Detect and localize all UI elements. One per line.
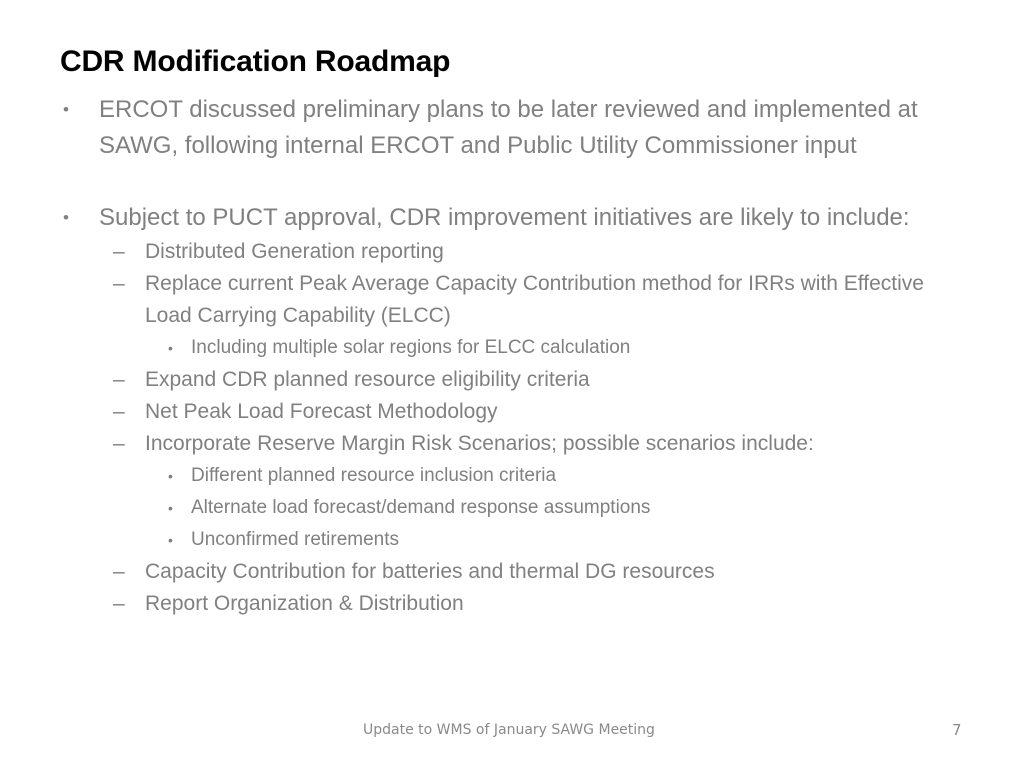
bullet-dash-icon: – xyxy=(113,240,125,263)
bullet-level1-text: Subject to PUCT approval, CDR improvemen… xyxy=(99,204,910,231)
bullet-dot-icon: • xyxy=(168,340,173,356)
bullet-level2-text: Replace current Peak Average Capacity Co… xyxy=(145,272,924,327)
bullet-level3-text: Including multiple solar regions for ELC… xyxy=(191,337,631,358)
bullet-level2: – Replace current Peak Average Capacity … xyxy=(60,268,960,332)
bullet-level2-text: Distributed Generation reporting xyxy=(145,240,444,263)
slide-body: • ERCOT discussed preliminary plans to b… xyxy=(60,92,960,620)
bullet-level2-text: Expand CDR planned resource eligibility … xyxy=(145,368,590,391)
bullet-dash-icon: – xyxy=(113,592,125,615)
slide: CDR Modification Roadmap • ERCOT discuss… xyxy=(0,0,1024,768)
slide-number: 7 xyxy=(952,721,962,739)
bullet-dash-icon: – xyxy=(113,368,125,391)
bullet-level1: • Subject to PUCT approval, CDR improvem… xyxy=(60,200,960,236)
bullet-level2: – Incorporate Reserve Margin Risk Scenar… xyxy=(60,428,960,460)
bullet-dot-icon: • xyxy=(63,208,69,227)
page-title: CDR Modification Roadmap xyxy=(60,45,451,78)
bullet-dash-icon: – xyxy=(113,272,125,295)
slide-footer: Update to WMS of January SAWG Meeting 7 xyxy=(0,720,1024,748)
bullet-level2: – Capacity Contribution for batteries an… xyxy=(60,556,960,588)
bullet-level2: – Expand CDR planned resource eligibilit… xyxy=(60,364,960,396)
bullet-dash-icon: – xyxy=(113,560,125,583)
bullet-level3: • Unconfirmed retirements xyxy=(60,524,960,556)
bullet-level3-text: Different planned resource inclusion cri… xyxy=(191,465,557,486)
bullet-level3: • Different planned resource inclusion c… xyxy=(60,460,960,492)
bullet-dash-icon: – xyxy=(113,432,125,455)
bullet-level2-text: Incorporate Reserve Margin Risk Scenario… xyxy=(145,432,814,455)
footer-text: Update to WMS of January SAWG Meeting xyxy=(363,722,655,738)
bullet-dot-icon: • xyxy=(168,468,173,484)
bullet-level2-text: Net Peak Load Forecast Methodology xyxy=(145,400,498,423)
bullet-level3: • Alternate load forecast/demand respons… xyxy=(60,492,960,524)
bullet-dot-icon: • xyxy=(168,532,173,548)
bullet-spacer xyxy=(60,164,960,200)
bullet-level3-text: Unconfirmed retirements xyxy=(191,529,400,550)
bullet-dot-icon: • xyxy=(63,100,69,119)
bullet-level3-text: Alternate load forecast/demand response … xyxy=(191,497,651,518)
bullet-level1-text: ERCOT discussed preliminary plans to be … xyxy=(99,96,918,159)
bullet-dot-icon: • xyxy=(168,500,173,516)
bullet-level3: • Including multiple solar regions for E… xyxy=(60,332,960,364)
bullet-level2: – Report Organization & Distribution xyxy=(60,588,960,620)
bullet-level2-text: Capacity Contribution for batteries and … xyxy=(145,560,715,583)
bullet-dash-icon: – xyxy=(113,400,125,423)
bullet-level2: – Distributed Generation reporting xyxy=(60,236,960,268)
bullet-level2-text: Report Organization & Distribution xyxy=(145,592,464,615)
bullet-level2: – Net Peak Load Forecast Methodology xyxy=(60,396,960,428)
bullet-level1: • ERCOT discussed preliminary plans to b… xyxy=(60,92,960,164)
